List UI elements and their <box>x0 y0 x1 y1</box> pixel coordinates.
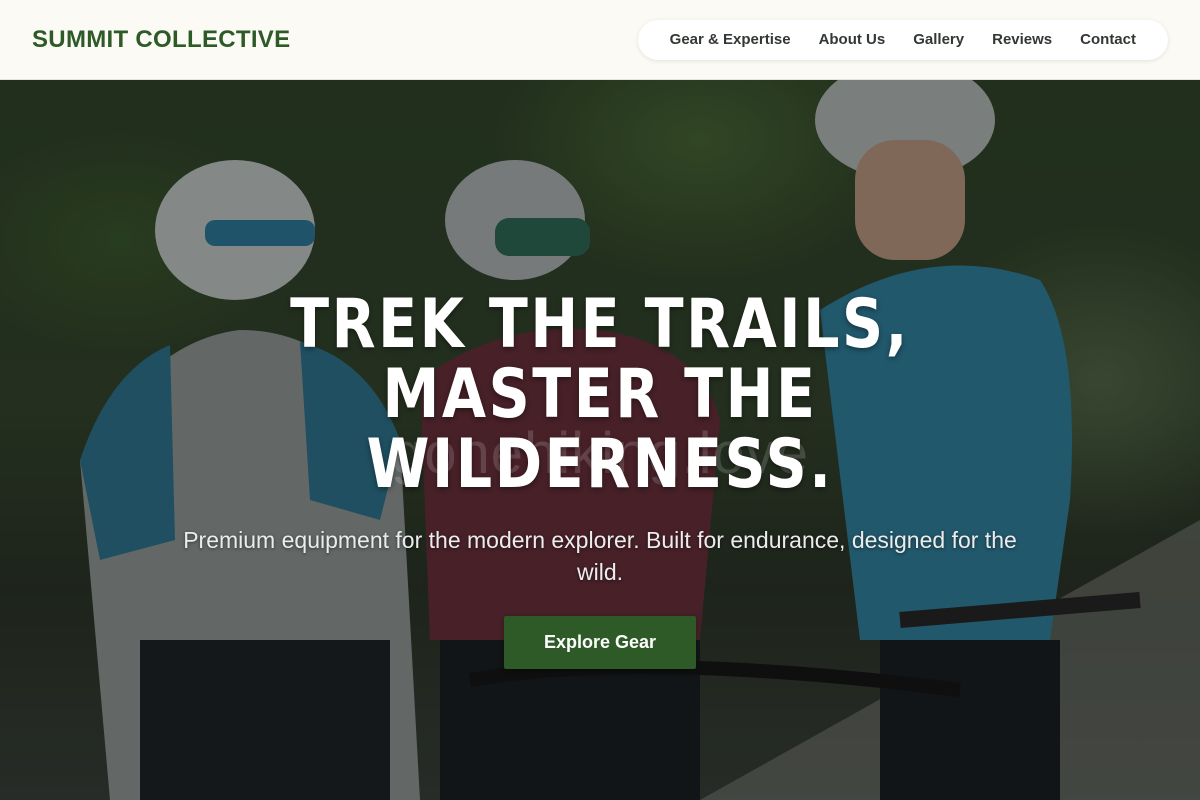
nav-link-reviews[interactable]: Reviews <box>978 20 1066 60</box>
nav-link-contact[interactable]: Contact <box>1066 20 1150 60</box>
hero-content: TREK THE TRAILS, MASTER THE WILDERNESS. … <box>0 290 1200 669</box>
nav-link-gear-expertise[interactable]: Gear & Expertise <box>656 20 805 60</box>
explore-gear-button[interactable]: Explore Gear <box>504 616 696 669</box>
site-logo[interactable]: SUMMIT COLLECTIVE <box>32 26 290 54</box>
nav-link-gallery[interactable]: Gallery <box>899 20 978 60</box>
main-nav: Gear & Expertise About Us Gallery Review… <box>637 19 1168 60</box>
site-header: SUMMIT COLLECTIVE Gear & Expertise About… <box>0 0 1200 80</box>
nav-link-about-us[interactable]: About Us <box>805 20 900 60</box>
hero-section: gonehiking.love TREK THE TRAILS, MASTER … <box>0 80 1200 800</box>
hero-title: TREK THE TRAILS, MASTER THE WILDERNESS. <box>290 285 910 504</box>
hero-subtitle: Premium equipment for the modern explore… <box>183 527 1017 585</box>
